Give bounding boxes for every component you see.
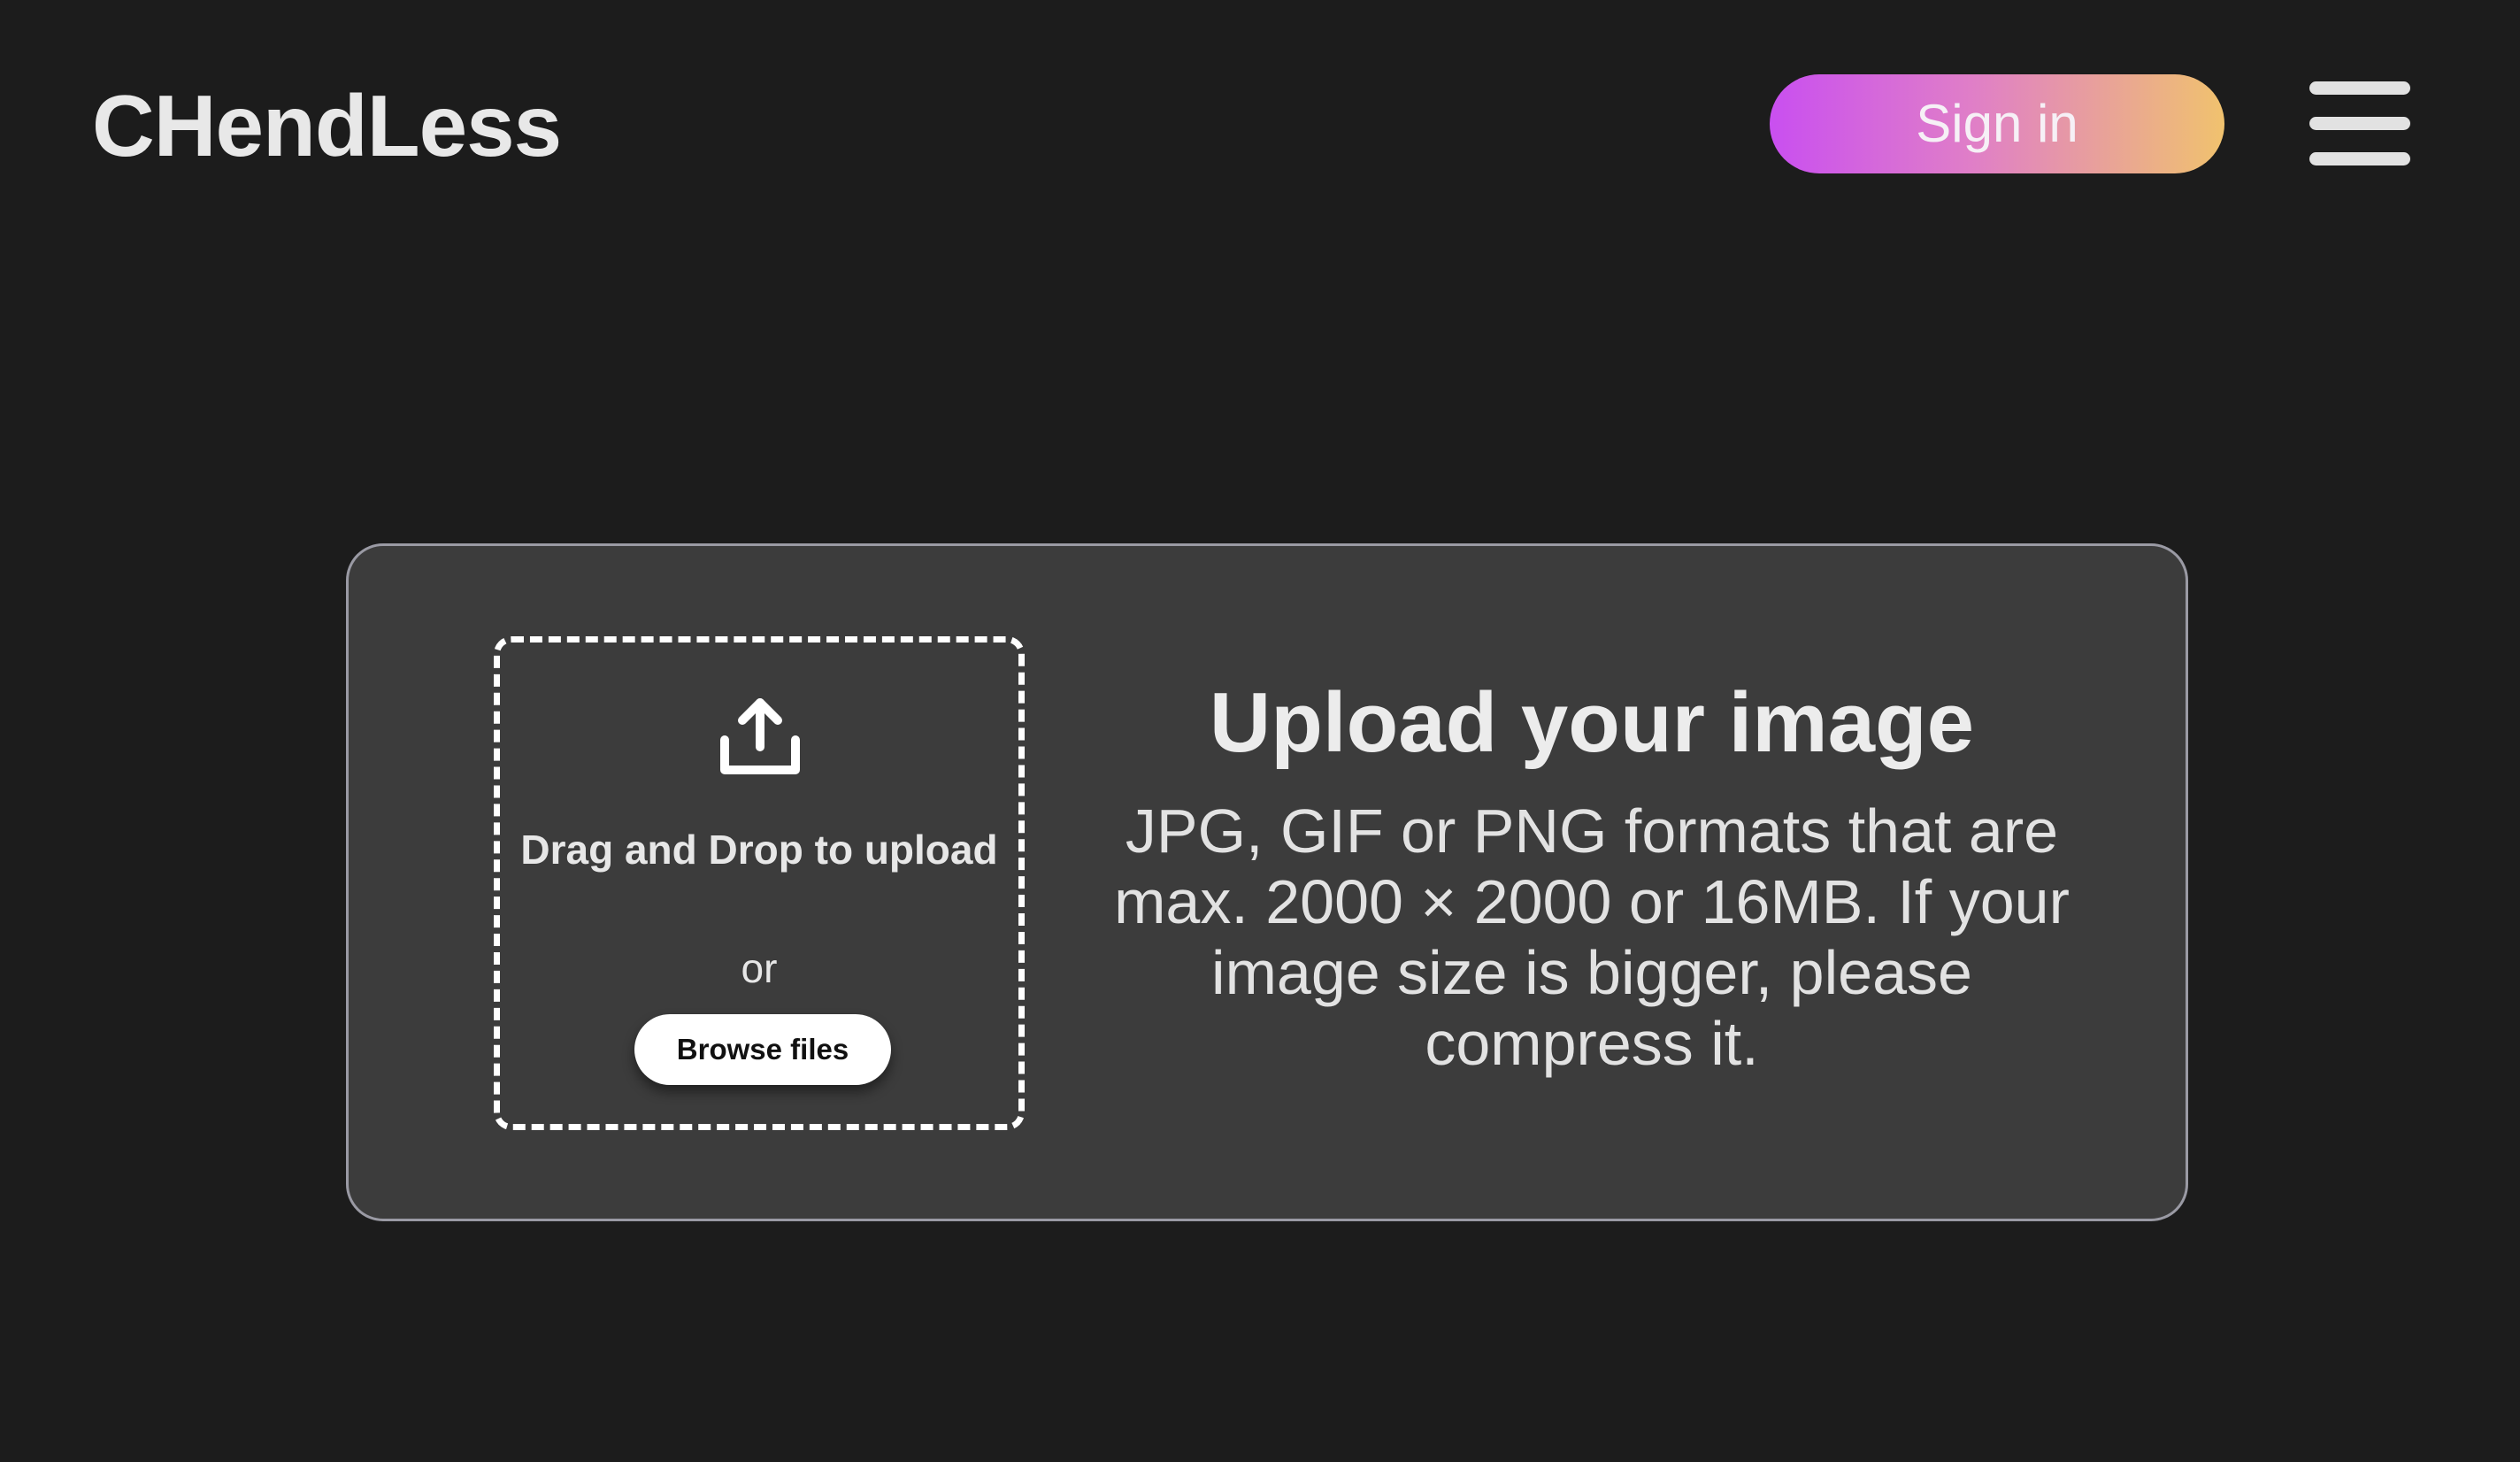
upload-description: JPG, GIF or PNG formats that are max. 20…: [1114, 796, 2070, 1078]
browse-files-button[interactable]: Browse files: [634, 1014, 891, 1085]
menu-bar-bottom: [2309, 152, 2410, 165]
page: CHendLess Sign in Drag and Drop to uploa…: [0, 0, 2520, 1462]
menu-bar-top: [2309, 81, 2410, 95]
menu-bar-middle: [2309, 117, 2410, 130]
upload-card: Drag and Drop to upload or Browse files …: [346, 543, 2188, 1221]
or-text: or: [741, 945, 778, 991]
upload-title: Upload your image: [1209, 675, 1975, 770]
upload-info: Upload your image JPG, GIF or PNG format…: [1092, 670, 2092, 1079]
upload-icon: [720, 698, 800, 774]
drag-and-drop-text: Drag and Drop to upload: [520, 827, 998, 873]
sign-in-button[interactable]: Sign in: [1770, 74, 2224, 173]
logo[interactable]: CHendLess: [92, 73, 562, 179]
hamburger-menu-icon[interactable]: [2309, 80, 2410, 168]
drop-zone[interactable]: Drag and Drop to upload or Browse files: [494, 636, 1025, 1130]
